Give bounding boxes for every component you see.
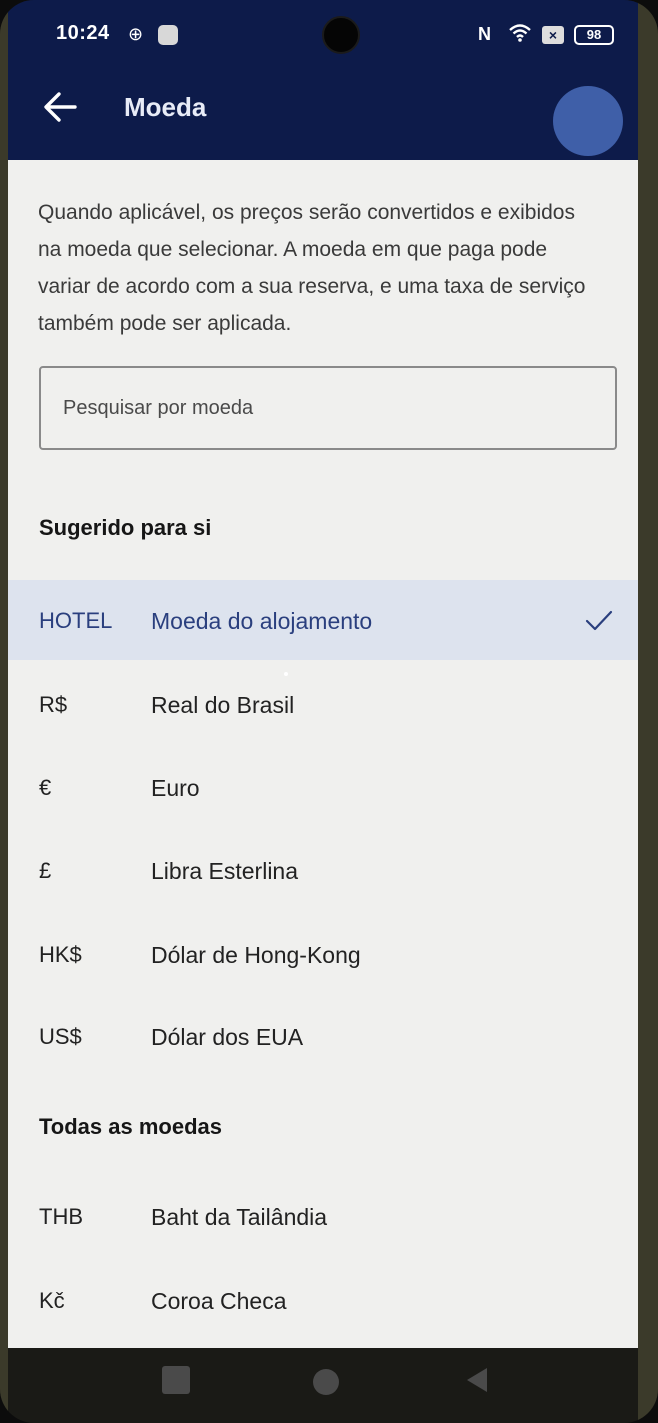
currency-code: US$ <box>39 1024 82 1049</box>
app-notification-icon <box>158 25 178 45</box>
section-suggested-heading: Sugerido para si <box>39 515 212 540</box>
camera-hole <box>322 16 360 54</box>
currency-name: Baht da Tailândia <box>151 1204 328 1230</box>
system-back-button[interactable] <box>463 1366 491 1394</box>
recent-apps-button[interactable] <box>162 1366 190 1394</box>
home-button[interactable] <box>313 1369 339 1395</box>
section-all-heading: Todas as moedas <box>39 1114 222 1139</box>
steering-wheel-icon: ⊕ <box>128 24 144 44</box>
checkmark-icon <box>585 610 613 631</box>
page-title: Moeda <box>124 92 207 122</box>
currency-row-hotel[interactable]: HOTEL Moeda do alojamento <box>8 580 638 660</box>
currency-row-eur[interactable]: € Euro <box>8 747 638 827</box>
data-off-icon: × <box>542 26 564 44</box>
currency-code: HOTEL <box>39 608 113 633</box>
currency-row-usd[interactable]: US$ Dólar dos EUA <box>8 996 638 1076</box>
currency-code: THB <box>39 1204 83 1229</box>
right-bezel <box>638 0 658 1423</box>
currency-row-brl[interactable]: R$ Real do Brasil <box>8 664 638 744</box>
currency-code: Kč <box>39 1288 65 1313</box>
currency-name: Real do Brasil <box>151 692 295 718</box>
currency-name: Coroa Checa <box>151 1288 287 1314</box>
left-bezel <box>0 0 8 1423</box>
currency-row-gbp[interactable]: £ Libra Esterlina <box>8 830 638 910</box>
avatar[interactable] <box>553 86 623 156</box>
triangle-back-icon <box>467 1368 487 1392</box>
back-button[interactable] <box>38 82 82 132</box>
status-time: 10:24 <box>56 22 110 44</box>
battery-icon: 98 <box>574 25 614 45</box>
currency-screen: Quando aplicável, os preços serão conver… <box>8 160 638 1348</box>
currency-code: £ <box>39 858 52 883</box>
wifi-icon <box>508 23 532 48</box>
currency-code: R$ <box>39 692 68 717</box>
currency-name: Libra Esterlina <box>151 858 299 884</box>
phone-frame: 10:24 ⊕ N × 98 Moeda Quando aplicável, o… <box>0 0 658 1423</box>
currency-row-hkd[interactable]: HK$ Dólar de Hong-Kong <box>8 914 638 994</box>
currency-row-czk[interactable]: Kč Coroa Checa <box>8 1260 638 1340</box>
search-input[interactable] <box>39 366 617 450</box>
currency-name: Moeda do alojamento <box>151 608 373 634</box>
intro-text: Quando aplicável, os preços serão conver… <box>38 201 586 335</box>
currency-name: Dólar de Hong-Kong <box>151 942 361 968</box>
nfc-icon: N <box>478 24 491 44</box>
arrow-left-icon <box>44 92 77 122</box>
currency-name: Euro <box>151 775 200 801</box>
currency-code: € <box>39 775 52 800</box>
currency-name: Dólar dos EUA <box>151 1024 304 1050</box>
currency-code: HK$ <box>39 942 82 967</box>
currency-row-thb[interactable]: THB Baht da Tailândia <box>8 1176 638 1256</box>
